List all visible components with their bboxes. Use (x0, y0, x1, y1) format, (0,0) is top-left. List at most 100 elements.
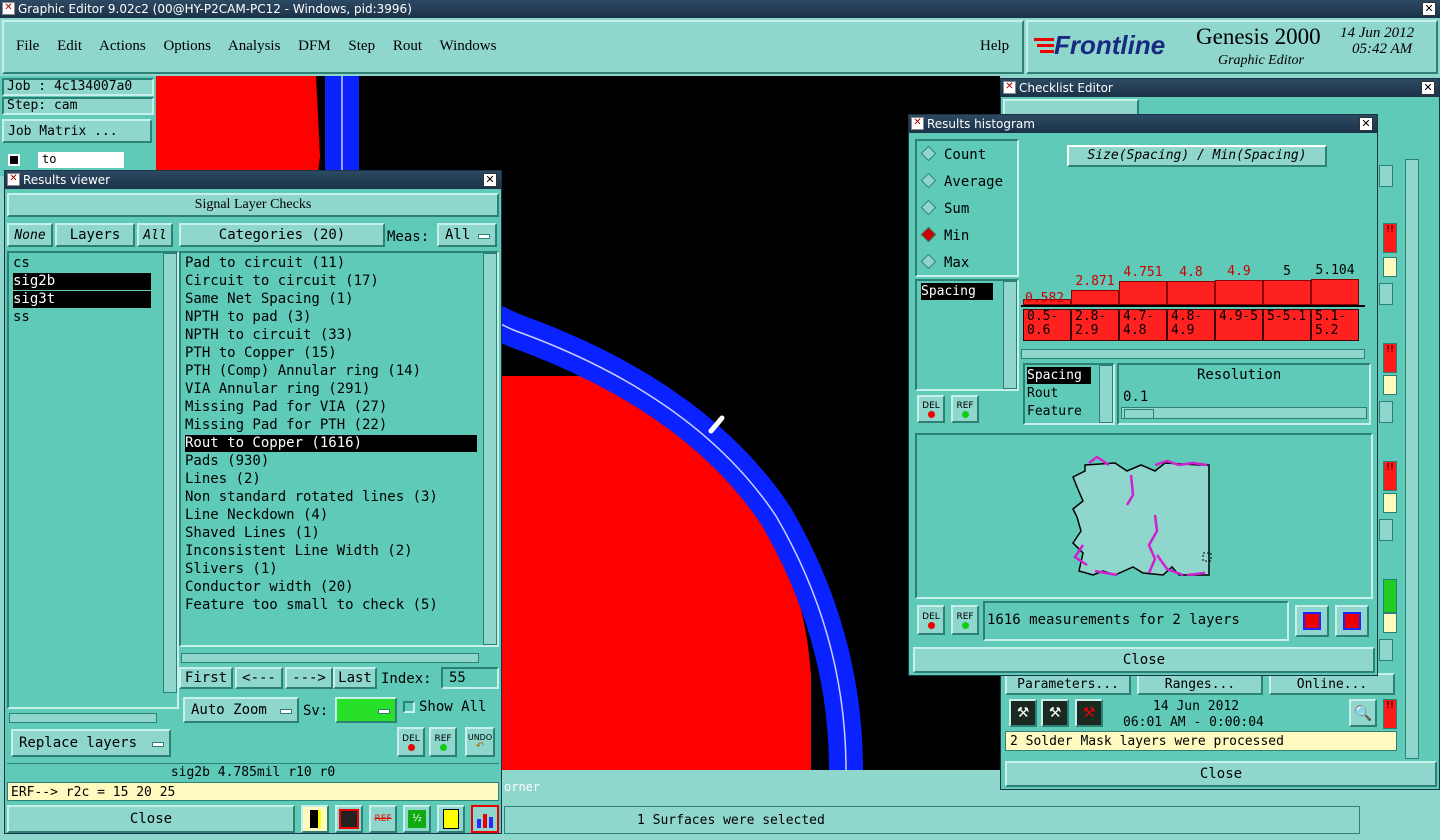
histogram-del-button[interactable]: DEL (917, 395, 945, 423)
menu-file[interactable]: File (16, 38, 39, 54)
results-viewer-close-icon[interactable]: ✕ (483, 173, 497, 187)
category-item[interactable]: VIA Annular ring (291) (185, 381, 477, 398)
layer-list-hscroll[interactable] (9, 713, 157, 723)
to-checkbox[interactable] (8, 154, 20, 166)
category-item[interactable]: PTH (Comp) Annular ring (14) (185, 363, 477, 380)
category-item[interactable]: Shaved Lines (1) (185, 525, 477, 542)
histogram-range-label[interactable]: 4.9-5 (1215, 309, 1263, 341)
category-item[interactable]: NPTH to circuit (33) (185, 327, 477, 344)
checklist-scrollbar[interactable] (1405, 159, 1419, 759)
category-item[interactable]: Conductor width (20) (185, 579, 477, 596)
all-layers-button[interactable]: All (137, 223, 173, 247)
parameters-button[interactable]: Parameters... (1005, 673, 1131, 695)
menu-step[interactable]: Step (348, 38, 375, 54)
category-item[interactable]: Same Net Spacing (1) (185, 291, 477, 308)
run-action-icon[interactable]: ⚒ (1041, 699, 1069, 727)
layer-icon[interactable] (335, 805, 363, 833)
none-button[interactable]: None (7, 223, 53, 247)
type-list-scrollbar[interactable] (1099, 365, 1113, 423)
layer-list-scrollbar[interactable] (163, 253, 177, 693)
undo-button[interactable]: UNDO ↶ (465, 727, 495, 757)
run-check-icon[interactable]: ⚒ (1009, 699, 1037, 727)
histogram-range-label[interactable]: 5-5.1 (1263, 309, 1311, 341)
layer-item-ss[interactable]: ss (13, 309, 151, 326)
category-item[interactable]: Pad to circuit (11) (185, 255, 477, 272)
reference-icon[interactable]: REF (369, 805, 397, 833)
type-item-spacing[interactable]: Spacing (1027, 367, 1091, 384)
next-button[interactable]: ---> (285, 667, 333, 689)
category-item[interactable]: Lines (2) (185, 471, 477, 488)
ref-button[interactable]: REF (429, 727, 457, 757)
category-item[interactable]: Circuit to circuit (17) (185, 273, 477, 290)
preview-del-button[interactable]: DEL (917, 605, 945, 635)
zoom-icon[interactable]: 🔍 (1349, 699, 1377, 727)
zoom-to-result-icon[interactable] (1335, 605, 1369, 637)
layer-item-cs[interactable]: cs (13, 255, 151, 272)
category-item[interactable]: Line Neckdown (4) (185, 507, 477, 524)
report-icon[interactable] (437, 805, 465, 833)
replace-layers-dropdown[interactable]: Replace layers (11, 729, 171, 757)
show-all-checkbox[interactable] (403, 701, 415, 713)
index-input[interactable]: 55 (441, 667, 499, 689)
menu-analysis[interactable]: Analysis (228, 38, 281, 54)
histogram-bar[interactable] (1167, 281, 1215, 305)
last-button[interactable]: Last (333, 667, 377, 689)
histogram-bar[interactable] (1311, 279, 1359, 305)
histogram-icon[interactable] (471, 805, 499, 833)
menu-rout[interactable]: Rout (393, 38, 422, 54)
mode-average[interactable]: Average (919, 172, 1003, 190)
layer-item-sig3t[interactable]: sig3t (13, 291, 151, 308)
histogram-range-label[interactable]: 4.7-4.8 (1119, 309, 1167, 341)
histogram-bar[interactable] (1215, 280, 1263, 305)
signal-layer-checks-header[interactable]: Signal Layer Checks (7, 193, 499, 217)
category-item[interactable]: Feature too small to check (5) (185, 597, 477, 614)
menu-windows[interactable]: Windows (440, 38, 497, 54)
stop-check-icon[interactable]: ⚒ (1075, 699, 1103, 727)
categories-button[interactable]: Categories (20) (179, 223, 385, 247)
mode-sum[interactable]: Sum (919, 199, 969, 217)
mode-min[interactable]: Min (919, 226, 969, 244)
histogram-bar[interactable] (1263, 280, 1311, 305)
online-button[interactable]: Online... (1269, 673, 1395, 695)
menu-dfm[interactable]: DFM (298, 38, 331, 54)
histogram-range-label[interactable]: 0.5-0.6 (1023, 309, 1071, 341)
to-field[interactable]: to (38, 152, 124, 168)
window-close-icon[interactable]: ✕ (1422, 2, 1436, 16)
histogram-bar[interactable] (1119, 281, 1167, 305)
mode-max[interactable]: Max (919, 253, 969, 271)
category-item[interactable]: Inconsistent Line Width (2) (185, 543, 477, 560)
histogram-ref-button[interactable]: REF (951, 395, 979, 423)
layer-item-sig2b[interactable]: sig2b (13, 273, 151, 290)
histogram-bar[interactable] (1071, 290, 1119, 305)
layer-list[interactable]: cs sig2b sig3t ss (7, 251, 179, 709)
category-list[interactable]: Pad to circuit (11) Circuit to circuit (1… (179, 251, 499, 647)
category-item[interactable]: Rout to Copper (1616) (185, 435, 477, 452)
job-matrix-button[interactable]: Job Matrix ... (2, 119, 152, 143)
resolution-slider-thumb[interactable] (1124, 409, 1154, 419)
preview-ref-button[interactable]: REF (951, 605, 979, 635)
checklist-close-button[interactable]: Close (1005, 761, 1437, 787)
ruler-icon[interactable] (301, 805, 329, 833)
category-item[interactable]: PTH to Copper (15) (185, 345, 477, 362)
histogram-close-button[interactable]: Close (913, 647, 1375, 673)
category-item[interactable]: Missing Pad for VIA (27) (185, 399, 477, 416)
menu-edit[interactable]: Edit (57, 38, 82, 54)
category-item[interactable]: Missing Pad for PTH (22) (185, 417, 477, 434)
export-graph-icon[interactable] (1295, 605, 1329, 637)
attribute-list[interactable]: Spacing (915, 279, 1019, 391)
checklist-close-icon[interactable]: ✕ (1421, 81, 1435, 95)
histogram-close-icon[interactable]: ✕ (1359, 117, 1373, 131)
auto-zoom-dropdown[interactable]: Auto Zoom (183, 697, 299, 723)
results-viewer-close-button[interactable]: Close (7, 805, 295, 833)
del-button[interactable]: DEL (397, 727, 425, 757)
ranges-button[interactable]: Ranges... (1137, 673, 1263, 695)
category-list-hscroll[interactable] (181, 653, 479, 663)
previous-button[interactable]: <--- (235, 667, 283, 689)
histogram-hscroll[interactable] (1021, 349, 1365, 359)
category-list-scrollbar[interactable] (483, 253, 497, 645)
menu-help[interactable]: Help (980, 38, 1009, 55)
histogram-range-label[interactable]: 4.8-4.9 (1167, 309, 1215, 341)
type-item-rout[interactable]: Rout (1027, 385, 1091, 402)
category-item[interactable]: NPTH to pad (3) (185, 309, 477, 326)
category-item[interactable]: Slivers (1) (185, 561, 477, 578)
